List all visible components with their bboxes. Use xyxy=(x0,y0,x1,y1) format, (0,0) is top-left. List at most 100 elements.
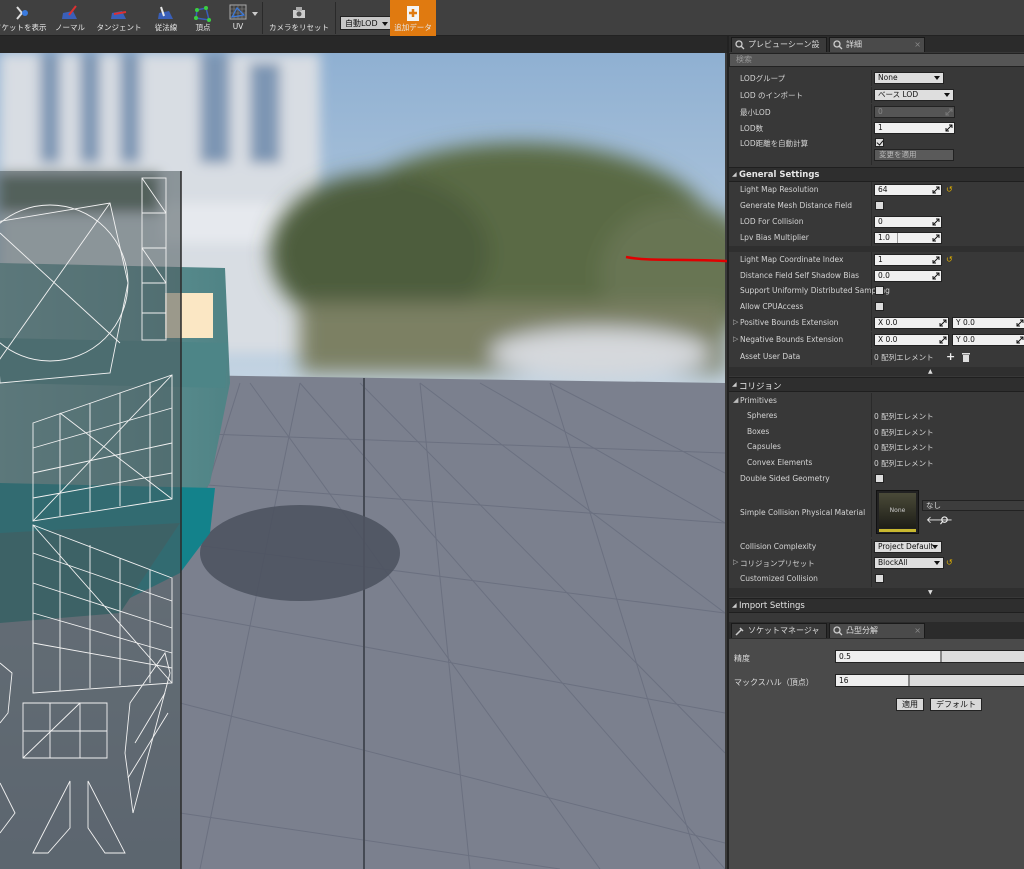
close-icon[interactable]: × xyxy=(914,38,921,52)
advanced-expander[interactable]: ▼ xyxy=(729,588,1024,597)
row-customized-collision: Customized Collision xyxy=(729,571,1024,587)
tab-details[interactable]: 詳細 × xyxy=(829,37,925,52)
tab-preview-scene[interactable]: プレビューシーン設 xyxy=(731,37,827,52)
collision-complexity-dropdown[interactable]: Project Default xyxy=(874,541,942,553)
apply-lod-changes-label: 変更を適用 xyxy=(879,150,917,159)
df-shadow-bias-field[interactable]: 0.0 xyxy=(874,270,942,282)
lpv-bias-value: 1.0 xyxy=(878,233,890,242)
show-binormals-button[interactable]: 従法線 xyxy=(148,0,184,36)
show-tangents-button[interactable]: タンジェント xyxy=(94,0,144,36)
generate-distance-field-checkbox[interactable] xyxy=(875,201,884,210)
show-sockets-button[interactable]: ソケットを表示 xyxy=(0,0,47,36)
tab-convex-decomposition[interactable]: 凸型分解 × xyxy=(829,623,925,638)
reset-camera-button[interactable]: カメラをリセット xyxy=(266,0,332,36)
row-lpv-bias: Lpv Bias Multiplier 1.0 xyxy=(729,230,1024,246)
negative-bounds-y-field[interactable]: Y 0.0 xyxy=(952,334,1024,346)
mesh-preview-viewport[interactable] xyxy=(0,53,725,869)
max-hull-slider-thumb[interactable] xyxy=(908,675,910,686)
close-icon[interactable]: × xyxy=(914,624,921,638)
lod-import-dropdown[interactable]: ベース LOD xyxy=(874,89,954,101)
additional-data-button[interactable]: 追加データ xyxy=(390,0,436,36)
thumbnail-swatch: None xyxy=(879,493,916,528)
collapse-triangle-icon: ◢ xyxy=(732,381,737,388)
uniform-sampling-checkbox[interactable] xyxy=(875,286,884,295)
show-normals-button[interactable]: ノーマル xyxy=(50,0,90,36)
add-element-icon[interactable]: + xyxy=(946,350,955,363)
y-axis-prefix: Y xyxy=(956,318,961,327)
reset-to-default-icon[interactable]: ↺ xyxy=(946,185,953,194)
delete-icon[interactable] xyxy=(962,353,970,362)
expand-arrow-icon[interactable]: ▷ xyxy=(733,318,738,326)
column-divider xyxy=(871,393,872,409)
collision-preset-dropdown[interactable]: BlockAll xyxy=(874,557,944,569)
reset-to-default-icon[interactable]: ↺ xyxy=(946,558,953,567)
uniform-sampling-label: Support Uniformly Distributed Sampling xyxy=(740,286,890,295)
show-vertices-button[interactable]: 頂点 xyxy=(188,0,218,36)
column-divider xyxy=(871,230,872,246)
double-sided-checkbox[interactable] xyxy=(875,474,884,483)
customized-collision-checkbox[interactable] xyxy=(875,574,884,583)
auto-compute-lod-label: LOD距離を自動計算 xyxy=(740,139,809,148)
section-collision[interactable]: ◢ コリジョン xyxy=(729,377,1024,392)
tab-socket-manager[interactable]: ソケットマネージャ xyxy=(731,623,827,638)
accuracy-slider-thumb[interactable] xyxy=(940,651,942,662)
row-lod-import: LOD のインポート ベース LOD xyxy=(729,87,1024,103)
spin-arrows-icon xyxy=(932,218,940,226)
physical-material-thumbnail[interactable]: None xyxy=(876,490,919,534)
chevron-down-icon xyxy=(934,561,940,565)
apply-lod-changes-button[interactable]: 変更を適用 xyxy=(874,149,954,161)
auto-compute-lod-checkbox[interactable] xyxy=(875,138,884,147)
positive-bounds-y-field[interactable]: Y 0.0 xyxy=(952,317,1024,329)
physical-material-label: Simple Collision Physical Material xyxy=(740,508,866,517)
lightmap-resolution-field[interactable]: 64 xyxy=(874,184,942,196)
lod-group-label: LODグループ xyxy=(740,74,786,83)
spheres-label: Spheres xyxy=(747,411,778,420)
capsules-label: Capsules xyxy=(747,442,781,451)
column-divider xyxy=(871,571,872,587)
show-uv-button[interactable]: UV xyxy=(222,0,254,36)
lod-dropdown[interactable]: 自動LOD xyxy=(340,16,394,30)
column-divider xyxy=(871,299,872,315)
bottom-tab-strip: ソケットマネージャ 凸型分解 × xyxy=(729,622,1024,639)
uv-dropdown-arrow[interactable] xyxy=(252,12,258,16)
max-hull-value: 16 xyxy=(839,676,849,685)
lod-group-dropdown[interactable]: None xyxy=(874,72,944,84)
chevron-down-icon xyxy=(932,545,938,549)
section-import-settings[interactable]: ◢ Import Settings xyxy=(729,598,1024,613)
physical-material-picker[interactable]: なし xyxy=(922,500,1024,511)
positive-bounds-x-field[interactable]: X 0.0 xyxy=(874,317,949,329)
advanced-expander[interactable]: ▲ xyxy=(729,367,1024,376)
row-boxes: Boxes 0 配列エレメント xyxy=(729,424,1024,440)
negative-bounds-x-field[interactable]: X 0.0 xyxy=(874,334,949,346)
lod-group-value: None xyxy=(878,73,898,82)
expand-arrow-icon[interactable]: ▷ xyxy=(733,558,738,566)
row-df-shadow-bias: Distance Field Self Shadow Bias 0.0 xyxy=(729,268,1024,284)
primitives-label: Primitives xyxy=(740,396,777,405)
lod-for-collision-field[interactable]: 0 xyxy=(874,216,942,228)
lightmap-coordinate-index-field[interactable]: 1 xyxy=(874,254,942,266)
row-primitives[interactable]: ◢ Primitives xyxy=(729,393,1024,409)
convex-elements-label: Convex Elements xyxy=(747,458,813,467)
binormal-icon xyxy=(158,6,173,19)
search-icon xyxy=(735,40,745,50)
reset-to-default-icon[interactable]: ↺ xyxy=(946,255,953,264)
details-search-input[interactable]: 検索 xyxy=(729,53,1024,67)
import-settings-title: Import Settings xyxy=(739,601,805,611)
accuracy-slider[interactable]: 0.5 xyxy=(835,650,1024,663)
section-general-settings[interactable]: ◢ General Settings xyxy=(729,167,1024,182)
min-lod-value: 0 xyxy=(878,107,883,116)
column-divider xyxy=(871,87,872,103)
column-divider xyxy=(871,252,872,268)
max-hull-slider[interactable]: 16 xyxy=(835,674,1024,687)
row-uniform-sampling: Support Uniformly Distributed Sampling xyxy=(729,283,1024,299)
apply-button[interactable]: 適用 xyxy=(896,698,924,711)
browse-search-icon[interactable] xyxy=(940,516,949,525)
spin-arrows-icon xyxy=(1016,336,1024,344)
default-button[interactable]: デフォルト xyxy=(930,698,982,711)
num-lods-field[interactable]: 1 xyxy=(874,122,955,134)
allow-cpu-access-checkbox[interactable] xyxy=(875,302,884,311)
column-divider xyxy=(871,315,872,331)
chevron-down-icon xyxy=(934,76,940,80)
expand-arrow-icon[interactable]: ▷ xyxy=(733,335,738,343)
lpv-bias-field[interactable]: 1.0 xyxy=(874,232,942,244)
